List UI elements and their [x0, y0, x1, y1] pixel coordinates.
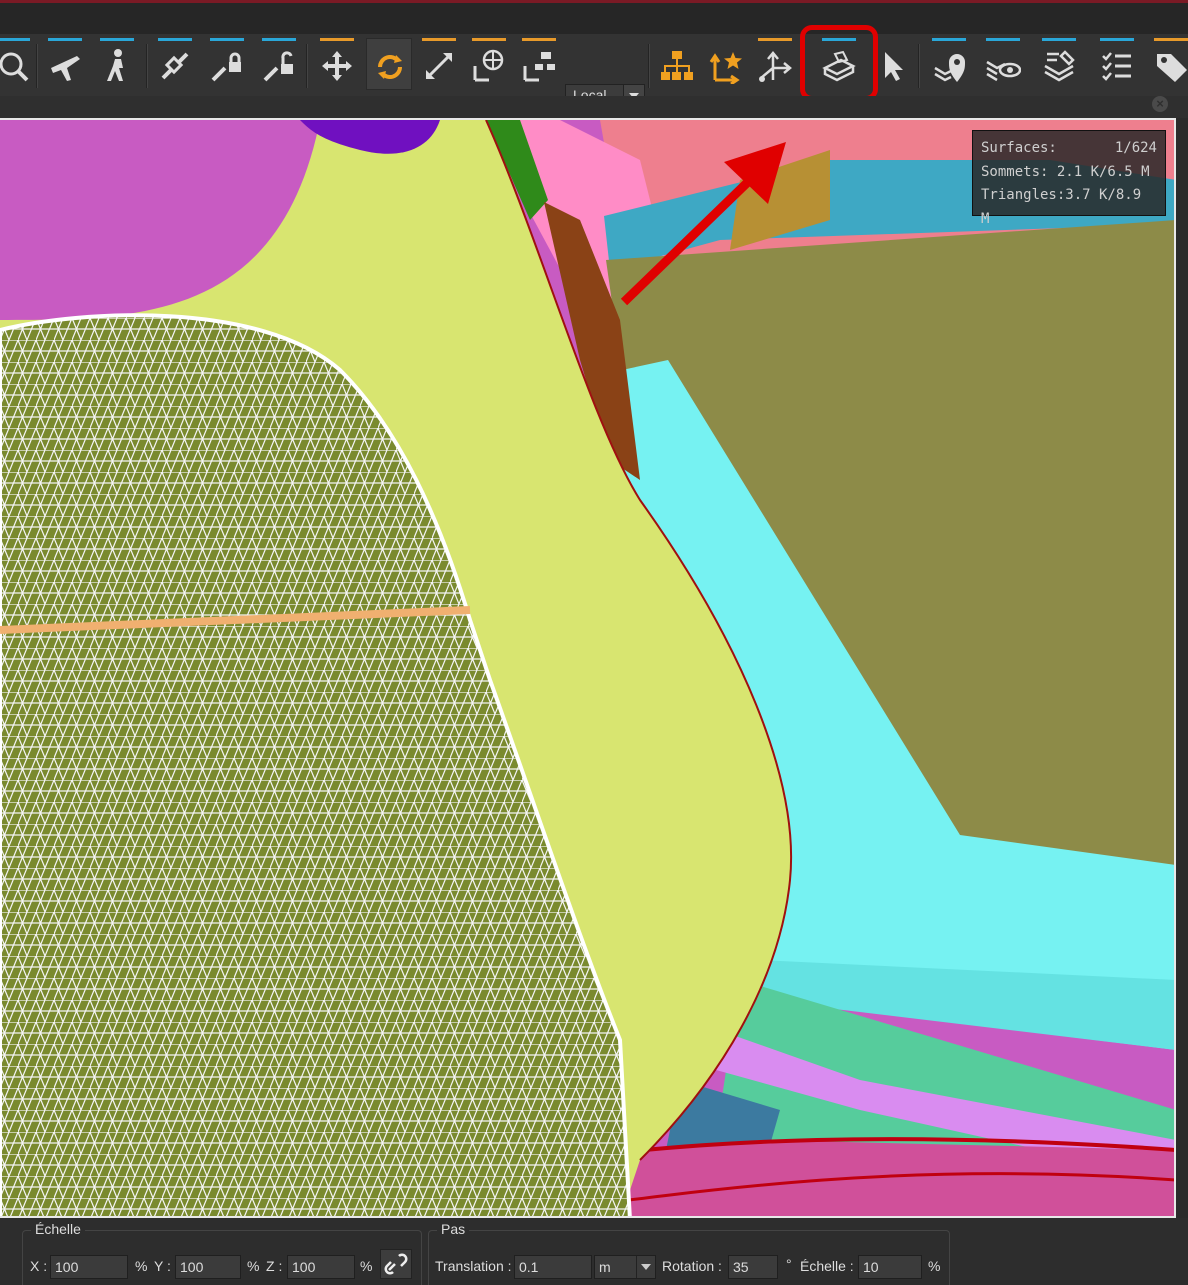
step-group-title: Pas: [437, 1221, 470, 1237]
scene-stats-panel: Surfaces: 1/624 Sommets: 2.1 K/6.5 M Tria…: [972, 130, 1166, 227]
rotation-label: Rotation :: [662, 1258, 722, 1274]
world-pivot-icon: [473, 49, 504, 82]
pivot-axes-button[interactable]: [752, 38, 798, 90]
zoom-fit-button[interactable]: [0, 38, 36, 90]
layer-settings-icon: [1044, 50, 1075, 82]
scale-x-input[interactable]: 100: [50, 1255, 128, 1279]
triangles-stat: Triangles:3.7 K/8.9 M: [981, 187, 1142, 227]
walk-mode-button[interactable]: [94, 38, 140, 90]
hierarchy-button[interactable]: [654, 38, 700, 90]
layer-pin-button[interactable]: [926, 38, 972, 90]
link-scale-button[interactable]: [380, 1249, 412, 1279]
x-label: X :: [30, 1258, 48, 1274]
hierarchy-pivot-button[interactable]: [516, 38, 562, 90]
unlock-link-icon: [263, 51, 293, 82]
translation-unit-value: m: [599, 1259, 611, 1275]
link-tool-icon: [161, 52, 189, 80]
y-label: Y :: [154, 1258, 171, 1274]
layer-settings-button[interactable]: [1036, 38, 1082, 90]
star-pivot-icon: [709, 52, 742, 84]
annotation-arrow-icon: [620, 142, 786, 306]
layer-pin-icon: [934, 54, 965, 82]
rotate-button[interactable]: [366, 38, 412, 90]
fly-mode-button[interactable]: [42, 38, 88, 90]
walk-mode-icon: [107, 49, 123, 81]
x-percent: %: [135, 1258, 148, 1274]
fly-mode-icon: [51, 56, 80, 81]
tag-button[interactable]: [1148, 38, 1188, 90]
scale-z-input[interactable]: 100: [287, 1255, 355, 1279]
chevron-down-icon: [636, 1256, 655, 1278]
3d-viewport[interactable]: Surfaces: 1/624 Sommets: 2.1 K/6.5 M Tria…: [0, 118, 1176, 1218]
transform-panel: Échelle X : 100 % Y : 100 % Z : 100 % Pa…: [0, 1218, 1188, 1285]
rotation-unit: °: [786, 1256, 792, 1272]
move-icon: [322, 51, 352, 81]
chain-link-icon: [384, 1253, 408, 1275]
pivot-axes-icon: [759, 51, 792, 82]
checklist-button[interactable]: [1094, 38, 1140, 90]
translation-unit-select[interactable]: m: [594, 1255, 656, 1279]
link-tool-button[interactable]: [152, 38, 198, 90]
close-icon[interactable]: ×: [1152, 96, 1168, 112]
main-toolbar: Local: [0, 34, 1188, 106]
tag-icon: [1157, 54, 1187, 82]
scale-step-input[interactable]: 10: [858, 1255, 922, 1279]
move-button[interactable]: [314, 38, 360, 90]
scale-icon: [425, 52, 453, 80]
translation-step-input[interactable]: 0.1: [514, 1255, 592, 1279]
star-pivot-button[interactable]: [704, 38, 750, 90]
scale-button[interactable]: [416, 38, 462, 90]
z-percent: %: [360, 1258, 373, 1274]
surfaces-value: 1/624: [1114, 140, 1157, 156]
y-percent: %: [247, 1258, 260, 1274]
rotation-step-input[interactable]: 35: [728, 1255, 778, 1279]
hierarchy-pivot-icon: [523, 52, 555, 82]
checklist-icon: [1102, 52, 1131, 81]
surfaces-label: Surfaces:: [981, 140, 1057, 156]
scale-step-percent: %: [928, 1258, 941, 1274]
lock-link-icon: [211, 52, 241, 82]
viewport-header: [0, 96, 1188, 118]
rotate-icon: [378, 55, 402, 79]
layer-visibility-button[interactable]: [980, 38, 1026, 90]
title-bar: [0, 0, 1188, 34]
layer-visibility-icon: [986, 60, 1021, 82]
scale-step-label: Échelle :: [800, 1258, 854, 1274]
zoom-fit-icon: [0, 52, 29, 82]
highlight-box: [800, 25, 878, 101]
translation-label: Translation :: [435, 1258, 512, 1274]
unlock-link-button[interactable]: [256, 38, 302, 90]
cursor-select-icon: [885, 52, 903, 81]
world-pivot-button[interactable]: [466, 38, 512, 90]
lock-link-button[interactable]: [204, 38, 250, 90]
hierarchy-icon: [661, 51, 693, 80]
z-label: Z :: [266, 1258, 283, 1274]
scale-group-title: Échelle: [31, 1221, 85, 1237]
vertices-stat: Sommets: 2.1 K/6.5 M: [981, 163, 1150, 180]
scale-y-input[interactable]: 100: [175, 1255, 241, 1279]
scene-render: [0, 120, 1174, 1216]
